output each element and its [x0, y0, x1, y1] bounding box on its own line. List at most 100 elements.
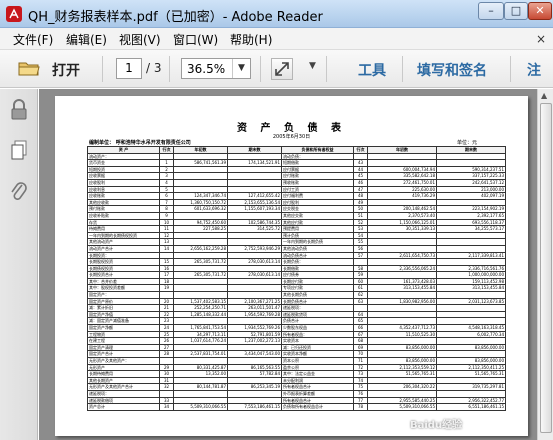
table-cell: 2,100,367,271.25: [227, 297, 282, 306]
table-header-cell: 行次: [159, 146, 174, 154]
table-cell: [227, 264, 282, 273]
table-cell: [367, 376, 437, 385]
table-row: 流动资产合计 14 2,656,162,259.28 2,752,593,946.29…: [87, 244, 506, 253]
table-cell: 2,336,556,065.24: [367, 264, 437, 273]
table-header-cell: 负债和所有者权益: [281, 146, 354, 154]
table-cell: 15: [159, 258, 174, 266]
scroll-thumb[interactable]: [540, 103, 552, 433]
table-cell: 213,000.00: [436, 185, 506, 194]
table-cell: [436, 152, 506, 161]
table-cell: 19: [159, 284, 174, 293]
table-cell: 24: [159, 324, 174, 332]
toolbar-divider: [260, 56, 261, 82]
table-cell: 76: [353, 389, 368, 398]
table-cell: 58: [353, 264, 368, 273]
table-cell: 11: [159, 225, 174, 233]
expand-arrows-icon[interactable]: [271, 58, 293, 80]
menu-help[interactable]: 帮助(H): [230, 31, 272, 48]
open-button[interactable]: 打开: [52, 60, 80, 80]
table-header-cell: 年初数: [173, 146, 228, 154]
table-cell: [227, 185, 282, 194]
fill-sign-button[interactable]: 填写和签名: [417, 60, 487, 80]
table-cell: [367, 291, 437, 299]
minimize-button[interactable]: –: [478, 2, 504, 20]
table-cell: 47: [353, 185, 368, 194]
vertical-scrollbar[interactable]: ▲: [537, 89, 553, 440]
table-cell: 少数股东权益: [281, 324, 354, 332]
table-cell: 12: [159, 231, 174, 240]
table-cell: 265,305,731.72: [173, 271, 228, 279]
table-cell: [367, 317, 437, 326]
table-cell: 242,641,537.12: [436, 178, 506, 187]
fit-dropdown-icon[interactable]: ▼: [309, 61, 316, 71]
menu-file[interactable]: 文件(F): [13, 31, 53, 48]
table-cell: 未分配利润: [281, 376, 354, 385]
doc-company: 编制单位： 呼和浩特华水吊开发有限责任公司: [89, 140, 191, 146]
table-cell: 43: [353, 159, 368, 167]
table-row: 资产总计 34 5,509,310,066.55 7,553,186,461.15 负…: [87, 403, 506, 411]
table-cell: 短期借款: [281, 159, 354, 167]
lock-icon[interactable]: [9, 99, 29, 121]
table-cell: 73: [353, 370, 368, 378]
table-cell: 应收补贴款: [87, 211, 160, 220]
folder-icon[interactable]: [18, 59, 40, 77]
scroll-up-icon[interactable]: ▲: [541, 91, 547, 100]
table-cell: 7: [159, 198, 174, 207]
table-cell: 资产总计: [87, 403, 160, 411]
table-cell: 54: [353, 231, 368, 240]
table-cell: [159, 251, 174, 260]
table-cell: 227,588.25: [173, 225, 228, 233]
menu-edit[interactable]: 编辑(E): [66, 31, 107, 48]
table-cell: 2,112,350,411.25: [436, 363, 506, 372]
table-cell: 流动资产：: [87, 152, 160, 161]
table-cell: 693,556,118.37: [436, 218, 506, 227]
table-cell: 4,548,163,318.45: [436, 324, 506, 332]
table-cell: [367, 389, 437, 398]
maximize-button[interactable]: □: [504, 2, 528, 20]
table-cell: 负债合计: [281, 317, 354, 326]
table-cell: [173, 284, 228, 293]
table-cell: 其他流动负债: [281, 244, 354, 253]
table-cell: 16: [159, 264, 174, 273]
table-row: 货币资金 1 586,741,561.39 174,134,521.91 短期借款 43: [87, 159, 506, 167]
table-cell: 68: [353, 337, 368, 345]
chevron-down-icon[interactable]: ▼: [232, 59, 250, 78]
table-cell: [227, 291, 282, 299]
table-cell: 21: [159, 304, 174, 312]
page-number-input[interactable]: 1: [116, 58, 142, 79]
table-cell: 55: [353, 238, 368, 246]
tools-button[interactable]: 工具: [358, 60, 386, 80]
table-cell: 9: [159, 211, 174, 220]
table-cell: [367, 350, 437, 358]
table-row: 其他流动资产 13 一年内到期的长期负债 55: [87, 238, 506, 246]
paperclip-icon[interactable]: [9, 181, 29, 203]
table-cell: 长期债权投资: [87, 264, 160, 273]
table-cell: 4: [159, 178, 174, 187]
menu-view[interactable]: 视图(V): [119, 31, 161, 48]
comment-button[interactable]: 注: [527, 60, 541, 80]
table-cell: 63: [353, 297, 368, 306]
close-window-button[interactable]: ✕: [528, 2, 552, 20]
table-row: 长期待摊费用 30 13,352.00 57,782.84 其中：法定公益金 73 51,…: [87, 370, 506, 378]
table-cell: [367, 231, 437, 240]
table-cell: 62: [353, 291, 368, 299]
table-cell: 72: [353, 363, 368, 372]
table-cell: 实收资本净额: [281, 350, 354, 358]
table-cell: 30: [159, 370, 174, 378]
table-cell: [353, 258, 368, 266]
table-cell: 7,553,186,461.15: [227, 403, 282, 411]
table-cell: 2,117,339,813.41: [436, 251, 506, 260]
pages-icon[interactable]: [9, 139, 29, 161]
table-cell: 69: [353, 343, 368, 352]
table-cell: 127,412,655.42: [227, 192, 282, 200]
table-cell: 51: [353, 211, 368, 220]
zoom-value: 36.5%: [187, 62, 226, 76]
table-cell: [173, 343, 228, 352]
menu-window[interactable]: 窗口(W): [173, 31, 218, 48]
table-cell: 2,392,177.65: [436, 211, 506, 220]
close-icon: ✕: [535, 4, 545, 17]
table-cell: 2,611,654,750.73: [367, 251, 437, 260]
close-document-icon[interactable]: ×: [536, 32, 546, 46]
table-cell: [436, 304, 506, 312]
table-cell: 应交税金: [281, 205, 354, 213]
